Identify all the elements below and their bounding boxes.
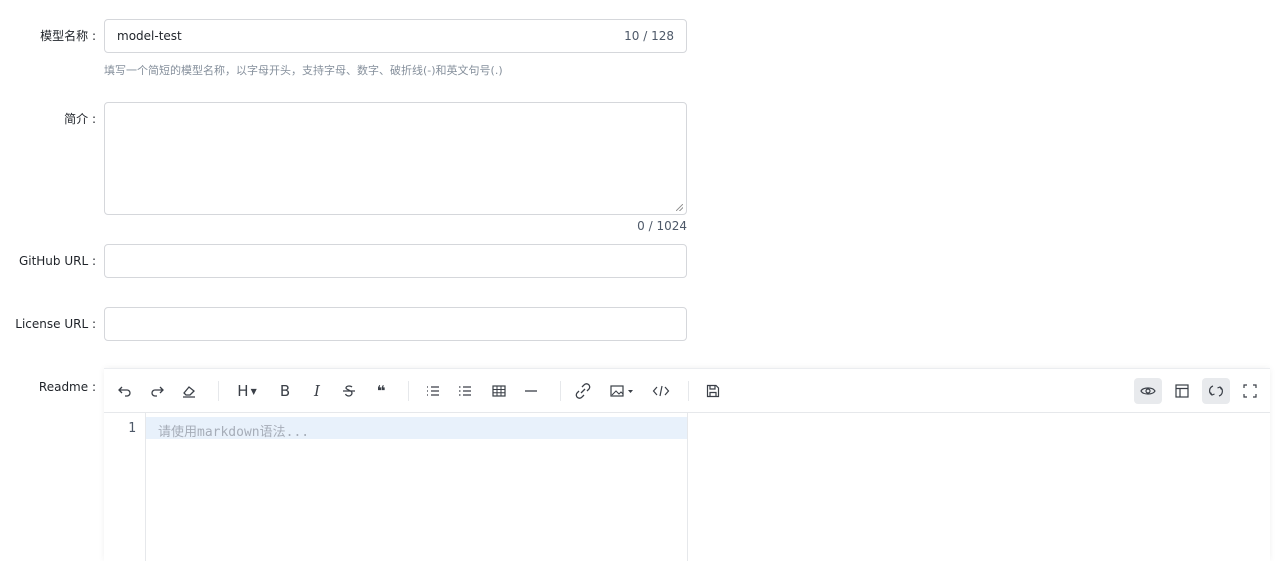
intro-char-counter: 0 / 1024	[637, 219, 687, 233]
model-name-input[interactable]: model-test 10 / 128	[104, 19, 687, 53]
eye-icon	[1140, 387, 1156, 395]
italic-icon[interactable]: I	[308, 381, 326, 401]
github-url-input[interactable]	[104, 244, 687, 278]
model-name-value: model-test	[117, 29, 182, 43]
horizontal-rule-icon[interactable]	[522, 381, 540, 401]
intro-textarea[interactable]	[104, 102, 687, 215]
strikethrough-icon[interactable]	[340, 381, 358, 401]
heading-icon: H	[237, 382, 249, 400]
redo-icon[interactable]	[148, 381, 166, 401]
ordered-list-icon[interactable]	[456, 381, 474, 401]
markdown-input-area[interactable]: 请使用markdown语法...	[146, 413, 688, 561]
license-url-input[interactable]	[104, 307, 687, 341]
license-url-label: License URL :	[15, 317, 96, 331]
line-number: 1	[128, 421, 136, 436]
model-name-hint: 填写一个简短的模型名称，以字母开头，支持字母、数字、破折线(-)和英文句号(.)	[104, 64, 503, 77]
table-icon[interactable]	[490, 381, 508, 401]
github-url-label: GitHub URL :	[18, 254, 96, 268]
eraser-icon[interactable]	[180, 381, 198, 401]
readme-label: Readme :	[38, 380, 96, 394]
unordered-list-icon[interactable]	[424, 381, 442, 401]
toc-toggle-button[interactable]	[1168, 378, 1196, 404]
fullscreen-button[interactable]	[1236, 378, 1264, 404]
editor-placeholder: 请使用markdown语法...	[158, 425, 310, 440]
heading-dropdown[interactable]: H ▼	[232, 381, 262, 401]
line-number-gutter: 1	[104, 413, 146, 561]
editor-toolbar: H ▼ B I ❝	[104, 369, 1270, 413]
fullscreen-icon	[1243, 384, 1257, 398]
intro-label: 简介 :	[64, 112, 96, 126]
markdown-editor: H ▼ B I ❝ 1 请使用markdown语法...	[104, 368, 1270, 561]
toolbar-divider	[560, 381, 561, 401]
code-icon[interactable]	[652, 381, 670, 401]
sync-icon	[1209, 385, 1223, 397]
toolbar-divider	[408, 381, 409, 401]
link-icon[interactable]	[574, 381, 592, 401]
save-icon[interactable]	[704, 381, 722, 401]
chevron-down-icon: ▼	[250, 386, 257, 396]
layout-icon	[1175, 384, 1189, 398]
quote-icon[interactable]: ❝	[372, 381, 390, 401]
resize-handle-icon[interactable]	[676, 204, 683, 211]
undo-icon[interactable]	[116, 381, 134, 401]
toolbar-divider	[688, 381, 689, 401]
model-name-label: 模型名称 :	[40, 29, 96, 43]
bold-icon[interactable]: B	[276, 381, 294, 401]
preview-toggle-button[interactable]	[1134, 378, 1162, 404]
image-dropdown[interactable]	[608, 381, 638, 401]
toolbar-divider	[218, 381, 219, 401]
sync-scroll-toggle-button[interactable]	[1202, 378, 1230, 404]
model-name-char-counter: 10 / 128	[624, 29, 674, 43]
